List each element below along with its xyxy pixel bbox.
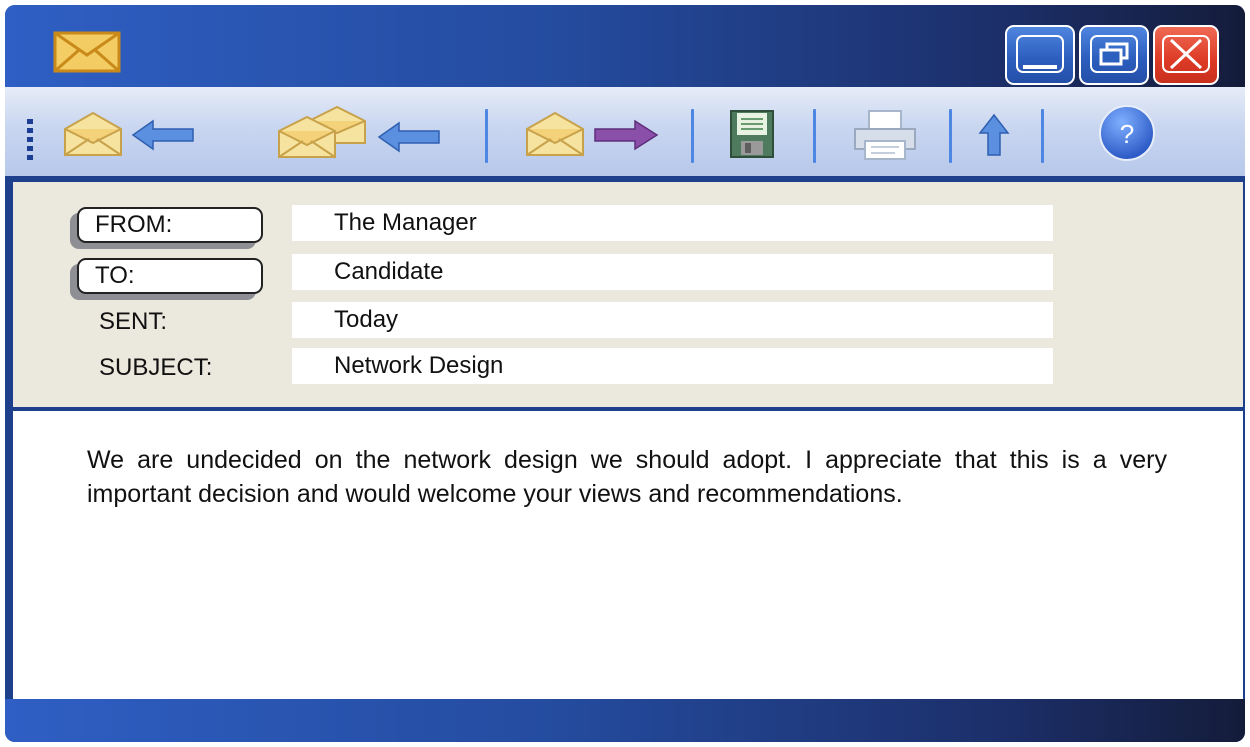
close-icon <box>1162 35 1210 73</box>
save-button[interactable] <box>727 105 777 161</box>
print-button[interactable] <box>851 105 921 161</box>
toolbar-separator <box>949 109 952 163</box>
toolbar-separator <box>485 109 488 163</box>
from-button[interactable]: FROM: <box>77 207 263 243</box>
forward-button[interactable] <box>523 105 663 161</box>
toolbar-separator <box>1041 109 1044 163</box>
print-icon <box>854 110 916 160</box>
help-icon: ? <box>1099 105 1155 161</box>
up-button[interactable] <box>977 105 1011 161</box>
sent-field: Today <box>292 302 1053 338</box>
subject-label: SUBJECT: <box>99 354 213 381</box>
title-bar <box>5 5 1245 87</box>
message-body[interactable]: We are undecided on the network design w… <box>13 411 1243 699</box>
toolbar-separator <box>691 109 694 163</box>
minimize-button[interactable] <box>1005 25 1075 85</box>
envelope-icon <box>53 31 121 73</box>
from-field: The Manager <box>292 205 1053 241</box>
toolbar-separator <box>813 109 816 163</box>
up-arrow-icon <box>978 113 1010 156</box>
toolbar: ? <box>5 87 1245 179</box>
sent-label: SENT: <box>99 308 168 335</box>
from-label: FROM: <box>95 211 173 238</box>
reply-all-button[interactable] <box>275 105 445 161</box>
to-button[interactable]: TO: <box>77 258 263 294</box>
toolbar-grip[interactable] <box>27 119 33 163</box>
save-icon <box>730 110 774 158</box>
minimize-icon <box>1016 35 1064 73</box>
reply-all-icon <box>278 105 440 158</box>
status-bar <box>5 699 1245 742</box>
close-button[interactable] <box>1153 25 1219 85</box>
message-text: We are undecided on the network design w… <box>87 446 1167 508</box>
reply-icon <box>64 111 194 156</box>
to-field[interactable]: Candidate <box>292 254 1053 290</box>
help-button[interactable]: ? <box>1097 105 1157 161</box>
maximize-button[interactable] <box>1079 25 1149 85</box>
subject-field[interactable]: Network Design <box>292 348 1053 384</box>
email-window: ? FROM: The Manager TO: Candidate SENT: … <box>5 5 1245 742</box>
message-header: FROM: The Manager TO: Candidate SENT: To… <box>13 182 1243 409</box>
restore-icon <box>1090 35 1138 73</box>
to-label: TO: <box>95 262 135 289</box>
help-label: ? <box>1120 119 1134 149</box>
forward-icon <box>526 111 659 156</box>
reply-button[interactable] <box>61 105 201 161</box>
